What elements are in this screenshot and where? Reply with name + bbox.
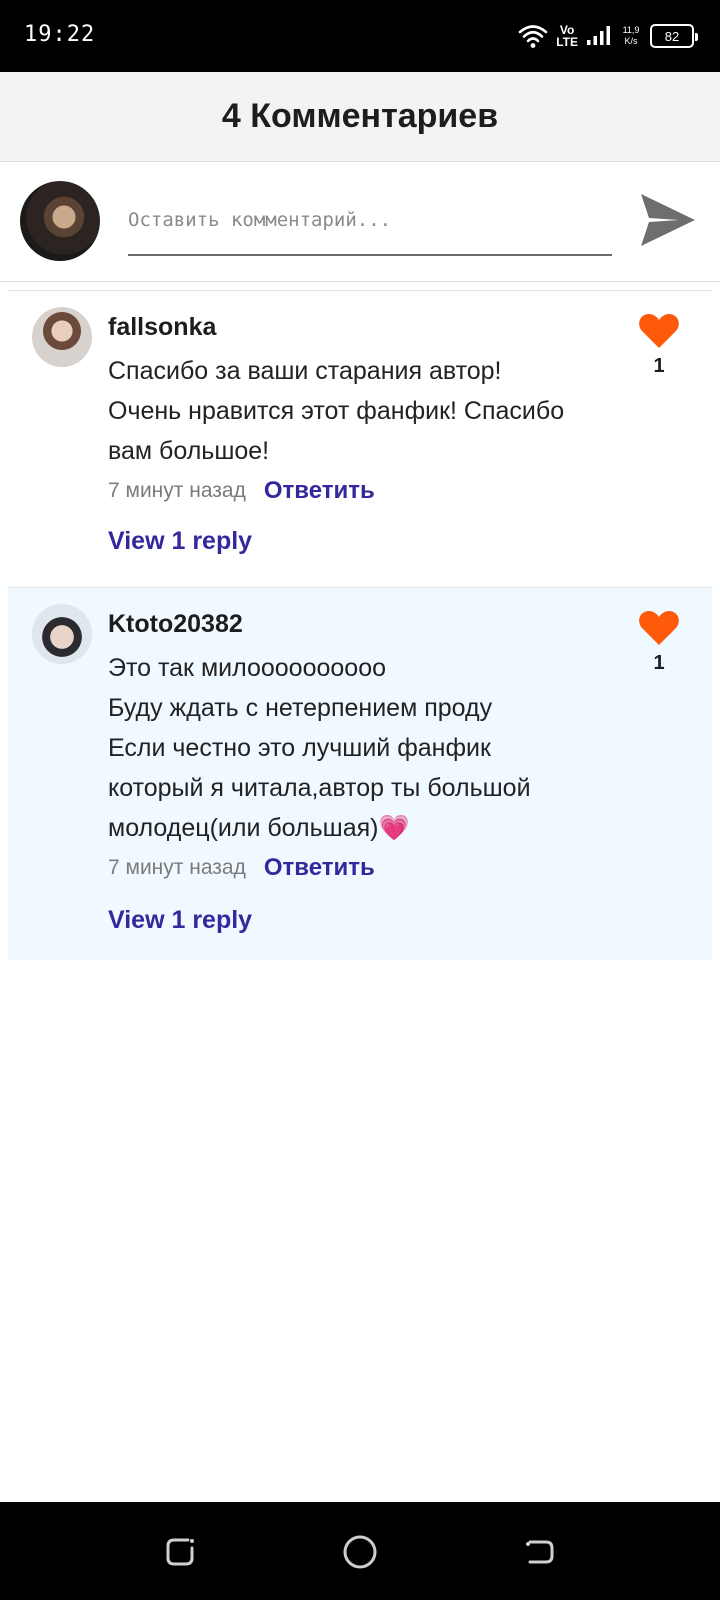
avatar[interactable]: [32, 604, 92, 664]
home-button[interactable]: [340, 1532, 380, 1572]
send-button[interactable]: [636, 188, 700, 252]
navigation-bar: [0, 1502, 720, 1600]
battery-level: 82: [664, 28, 680, 44]
comment-text-line: Если честно это лучший фанфик: [108, 734, 491, 762]
comment-text: Это так милоооооооооо Буду ждать с нетер…: [108, 648, 608, 848]
heart-icon[interactable]: [638, 610, 680, 646]
comment-time: 7 минут назад: [108, 479, 246, 502]
comment-time: 7 минут назад: [108, 856, 246, 879]
comment-item: Ktoto20382 Это так милоооооооооо Буду жд…: [8, 588, 712, 960]
comment-text-line: Буду ждать с нетерпением проду: [108, 694, 493, 722]
back-button[interactable]: [520, 1532, 560, 1572]
comment-author[interactable]: Ktoto20382: [108, 610, 243, 639]
comment-meta: 7 минут назад Ответить: [108, 854, 375, 882]
reply-button[interactable]: Ответить: [264, 477, 375, 505]
comment-text-line: Очень нравится этот фанфик! Спасибо: [108, 397, 565, 425]
comment-item: fallsonka Спасибо за ваши старания автор…: [8, 290, 712, 588]
wifi-icon: [518, 25, 548, 48]
comment-text-line: который я читала,автор ты большой: [108, 774, 531, 802]
view-replies-link[interactable]: View 1 reply: [108, 527, 252, 556]
status-icons: Vo LTE 11,9 K/s 82: [518, 20, 698, 52]
view-replies-link[interactable]: View 1 reply: [108, 906, 252, 935]
comment-text-line: Это так милоооооооооо: [108, 654, 387, 682]
comment-text-line: вам большое!: [108, 437, 270, 465]
comment-text: Спасибо за ваши старания автор! Очень нр…: [108, 351, 608, 471]
comment-author[interactable]: fallsonka: [108, 313, 216, 342]
comment-meta: 7 минут назад Ответить: [108, 477, 375, 505]
like-count: 1: [653, 355, 665, 377]
header: 4 Комментариев: [0, 72, 720, 162]
comment-text-line: Спасибо за ваши старания автор!: [108, 357, 502, 385]
network-speed: 11,9 K/s: [622, 25, 640, 46]
status-time: 19:22: [24, 22, 96, 47]
battery-icon: 82: [650, 24, 698, 48]
comment-input[interactable]: [128, 186, 612, 256]
reply-button[interactable]: Ответить: [264, 854, 375, 882]
status-bar: 19:22 Vo LTE 11,9 K/s 82: [0, 0, 720, 72]
avatar: [20, 181, 100, 261]
volte-indicator: Vo LTE: [556, 23, 578, 49]
page-title: 4 Комментариев: [221, 97, 499, 135]
comment-text-line: молодец(или большая)💗: [108, 814, 410, 842]
recent-apps-button[interactable]: [160, 1532, 200, 1572]
comments-list: fallsonka Спасибо за ваши старания автор…: [8, 290, 712, 960]
signal-icon: [587, 26, 610, 45]
avatar[interactable]: [32, 307, 92, 367]
send-icon: [641, 194, 695, 246]
heart-icon[interactable]: [638, 313, 680, 349]
like-count: 1: [653, 652, 665, 674]
